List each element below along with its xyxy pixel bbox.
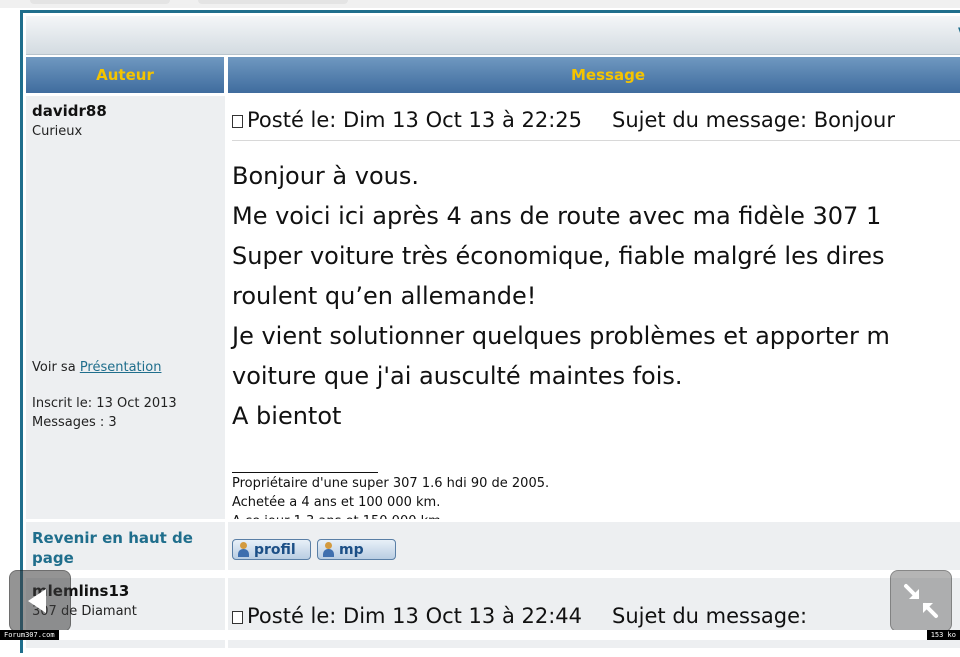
post-divider: [26, 570, 960, 578]
site-name: Forum307.com: [0, 630, 59, 640]
post-body-line: Me voici ici après 4 ans de route avec m…: [232, 202, 882, 230]
presentation-prefix: Voir sa: [32, 360, 80, 375]
post-header: Posté le: Dim 13 Oct 13 à 22:44 Sujet du …: [232, 604, 807, 628]
forum-table: V Auteur Message davidr88 Curieux Voir s…: [26, 16, 960, 657]
post-body-line: Super voiture très économique, fiable ma…: [232, 242, 885, 270]
forum-frame: V Auteur Message davidr88 Curieux Voir s…: [20, 10, 960, 657]
signature-line: A ce jour 1 3 ans et 150 000 km: [232, 514, 441, 519]
post-body-line: roulent qu’en allemande!: [232, 282, 537, 310]
column-separator: [225, 57, 228, 657]
post-body-line: Bonjour à vous.: [232, 162, 419, 190]
back-to-top-cell: Revenir en haut de page: [26, 522, 225, 570]
top-tab-right[interactable]: [198, 0, 348, 4]
post-subject: Sujet du message:: [612, 604, 808, 628]
author-presentation: Voir sa Présentation: [32, 360, 161, 375]
column-header-message: Message: [228, 57, 960, 93]
post-body-line: A bientot: [232, 402, 342, 430]
back-to-top-link[interactable]: Revenir en haut de page: [32, 528, 218, 568]
post-subject: Sujet du message: Bonjour: [612, 108, 895, 132]
author-joined-date: Inscrit le: 13 Oct 2013: [32, 396, 177, 411]
author-post-count: Messages : 3: [32, 415, 117, 430]
post-message-cell: Posté le: Dim 13 Oct 13 à 22:25 Sujet du …: [228, 96, 960, 519]
collapse-view-button[interactable]: [890, 570, 952, 632]
column-header-author: Auteur: [26, 57, 224, 93]
presentation-link[interactable]: Présentation: [80, 360, 162, 375]
post-document-icon[interactable]: [232, 611, 243, 624]
status-bar: Forum307.com 153 ko: [0, 630, 960, 640]
page-size: 153 ko: [926, 630, 960, 640]
signature-separator: [232, 472, 378, 473]
mp-button[interactable]: mp: [317, 539, 396, 560]
user-icon: [237, 542, 250, 557]
post-header: Posté le: Dim 13 Oct 13 à 22:25 Sujet du …: [232, 108, 960, 141]
author-username[interactable]: davidr88: [32, 102, 107, 120]
topic-nav-bar: V: [26, 16, 960, 55]
post-document-icon[interactable]: [232, 115, 243, 128]
profil-button[interactable]: profil: [232, 539, 311, 560]
collapse-arrows-icon: [904, 584, 938, 618]
signature-line: Propriétaire d'une super 307 1.6 hdi 90 …: [232, 476, 550, 491]
signature-line: Achetée a 4 ans et 100 000 km.: [232, 495, 441, 510]
post-author-cell: davidr88 Curieux Voir sa Présentation In…: [26, 96, 225, 519]
post-date: Posté le: Dim 13 Oct 13 à 22:44: [247, 604, 583, 628]
users-icon: [322, 542, 335, 557]
back-arrow-icon: [28, 589, 46, 613]
post-date: Posté le: Dim 13 Oct 13 à 22:25: [247, 108, 583, 132]
post-body-line: voiture que j'ai ausculté maintes fois.: [232, 362, 683, 390]
browser-top-strip: [0, 0, 960, 8]
top-tab-left[interactable]: [30, 0, 170, 4]
author-rank: Curieux: [32, 124, 83, 139]
mp-button-label: mp: [339, 541, 364, 558]
post-body-line: Je vient solutionner quelques problèmes …: [232, 322, 890, 350]
profil-button-label: profil: [254, 541, 296, 558]
post-actions-cell: profil mp: [228, 522, 960, 570]
previous-page-button[interactable]: [9, 570, 71, 632]
